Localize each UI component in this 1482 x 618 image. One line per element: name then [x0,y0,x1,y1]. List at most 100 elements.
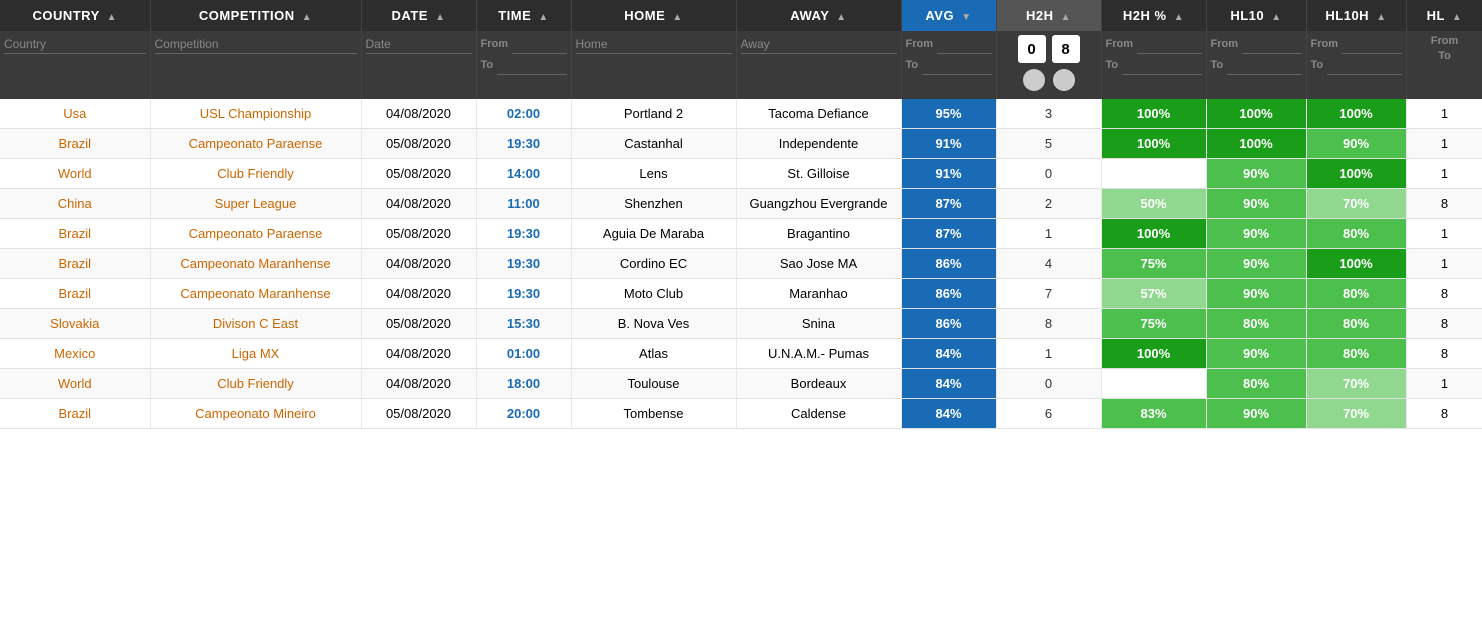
cell-away: Guangzhou Evergrande [736,189,901,219]
cell-time: 19:30 [476,129,571,159]
h2h-min-display[interactable]: 0 [1018,35,1046,63]
header-time[interactable]: TIME ▲ [476,0,571,31]
cell-home: Castanhal [571,129,736,159]
table-row: UsaUSL Championship04/08/202002:00Portla… [0,99,1482,129]
header-hl[interactable]: HL ▲ [1406,0,1482,31]
filter-time-to-row: To [481,56,567,75]
header-date[interactable]: DATE ▲ [361,0,476,31]
filter-h2hp-to-input[interactable] [1122,56,1201,75]
cell-date: 05/08/2020 [361,219,476,249]
cell-hl10h: 100% [1306,159,1406,189]
cell-avg: 86% [901,279,996,309]
cell-home: Atlas [571,339,736,369]
cell-competition: USL Championship [150,99,361,129]
header-hl10h-label: HL10H [1325,8,1369,23]
filter-h2hp-from-to: From To [1106,35,1202,75]
cell-hl10: 90% [1206,399,1306,429]
header-h2hp[interactable]: H2H % ▲ [1101,0,1206,31]
filter-h2hp-from-row: From [1106,35,1202,54]
cell-h2h: 6 [996,399,1101,429]
cell-country: China [0,189,150,219]
cell-hl10: 90% [1206,279,1306,309]
filter-hl10-to-input[interactable] [1227,56,1301,75]
sort-arrow-avg: ▼ [961,12,971,23]
filter-hl-to-label: To [1411,50,1479,62]
filter-time-from-to: From To [481,35,567,75]
header-h2h[interactable]: H2H ▲ [996,0,1101,31]
cell-h2h: 2 [996,189,1101,219]
cell-time: 19:30 [476,219,571,249]
cell-h2hp: 50% [1101,189,1206,219]
header-avg[interactable]: AVG ▼ [901,0,996,31]
cell-avg: 91% [901,159,996,189]
cell-hl: 1 [1406,129,1482,159]
filter-hl10h-to-row: To [1311,56,1402,75]
table-row: WorldClub Friendly05/08/202014:00LensSt.… [0,159,1482,189]
filter-competition-input[interactable] [155,35,357,54]
header-competition[interactable]: COMPETITION ▲ [150,0,361,31]
h2h-toggle-right[interactable] [1053,69,1075,91]
filter-away-cell [736,31,901,99]
filter-home-input[interactable] [576,35,732,54]
sort-arrow-h2h: ▲ [1061,12,1071,23]
cell-hl10: 90% [1206,339,1306,369]
filter-h2hp-to-label: To [1106,59,1119,71]
filter-date-input[interactable] [366,35,472,54]
header-away[interactable]: AWAY ▲ [736,0,901,31]
cell-country: Brazil [0,249,150,279]
filter-time-to-input[interactable] [497,56,566,75]
sort-arrow-hl: ▲ [1452,12,1462,23]
data-table: COUNTRY ▲ COMPETITION ▲ DATE ▲ TIME ▲ HO… [0,0,1482,429]
filter-hl10-from-input[interactable] [1242,35,1302,54]
cell-h2hp: 100% [1101,219,1206,249]
table-row: BrazilCampeonato Maranhense04/08/202019:… [0,249,1482,279]
filter-country-cell [0,31,150,99]
cell-away: Bordeaux [736,369,901,399]
cell-competition: Super League [150,189,361,219]
cell-avg: 84% [901,369,996,399]
sort-arrow-hl10h: ▲ [1376,12,1386,23]
h2h-max-display[interactable]: 8 [1052,35,1080,63]
table-row: SlovakiaDivison C East05/08/202015:30B. … [0,309,1482,339]
column-headers: COUNTRY ▲ COMPETITION ▲ DATE ▲ TIME ▲ HO… [0,0,1482,31]
filter-hl-cell: From To [1406,31,1482,99]
cell-away: U.N.A.M.- Pumas [736,339,901,369]
cell-home: Moto Club [571,279,736,309]
cell-time: 20:00 [476,399,571,429]
cell-hl10h: 100% [1306,249,1406,279]
filter-time-from-input[interactable] [512,35,567,54]
filter-hl10h-from-input[interactable] [1342,35,1402,54]
filter-hl10h-to-input[interactable] [1327,56,1401,75]
header-hl10[interactable]: HL10 ▲ [1206,0,1306,31]
h2h-toggle-left[interactable] [1023,69,1045,91]
cell-avg: 95% [901,99,996,129]
header-home[interactable]: HOME ▲ [571,0,736,31]
cell-date: 04/08/2020 [361,99,476,129]
header-country[interactable]: COUNTRY ▲ [0,0,150,31]
filter-h2hp-from-input[interactable] [1137,35,1202,54]
table-row: WorldClub Friendly04/08/202018:00Toulous… [0,369,1482,399]
cell-competition: Liga MX [150,339,361,369]
cell-hl10h: 70% [1306,189,1406,219]
cell-hl: 1 [1406,159,1482,189]
cell-date: 04/08/2020 [361,339,476,369]
filter-hl10-from-row: From [1211,35,1302,54]
cell-away: Caldense [736,399,901,429]
cell-country: Mexico [0,339,150,369]
cell-h2h: 4 [996,249,1101,279]
cell-h2hp: 83% [1101,399,1206,429]
table-row: ChinaSuper League04/08/202011:00Shenzhen… [0,189,1482,219]
filter-avg-to-input[interactable] [922,56,991,75]
cell-time: 18:00 [476,369,571,399]
cell-avg: 86% [901,249,996,279]
cell-hl10h: 80% [1306,219,1406,249]
filter-time-to-label: To [481,59,494,71]
header-hl10h[interactable]: HL10H ▲ [1306,0,1406,31]
filter-avg-from-input[interactable] [937,35,992,54]
filter-away-input[interactable] [741,35,897,54]
cell-avg: 87% [901,219,996,249]
cell-avg: 86% [901,309,996,339]
filter-country-input[interactable] [4,35,146,54]
cell-home: Aguia De Maraba [571,219,736,249]
cell-competition: Club Friendly [150,159,361,189]
